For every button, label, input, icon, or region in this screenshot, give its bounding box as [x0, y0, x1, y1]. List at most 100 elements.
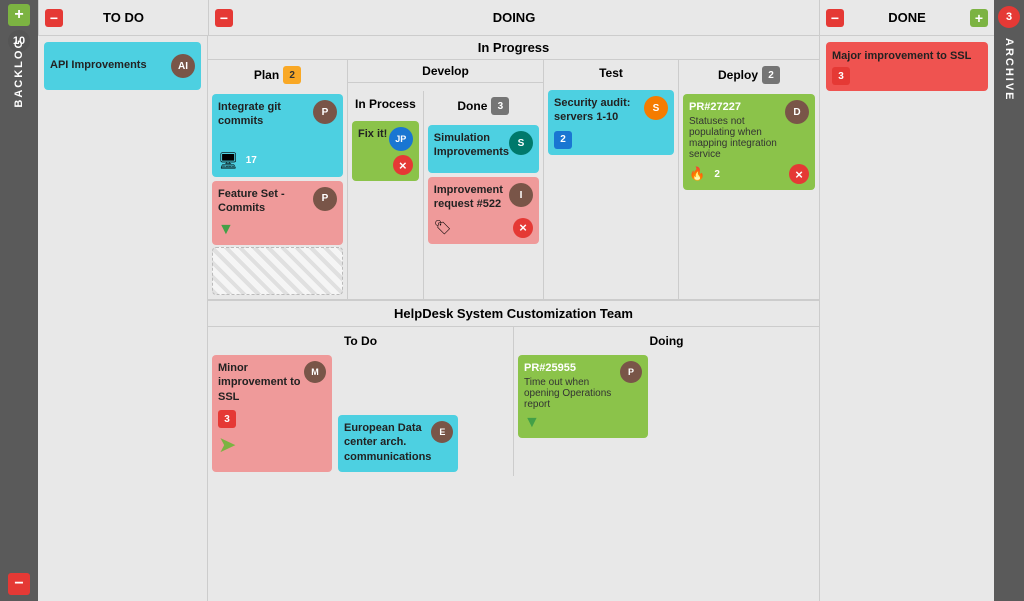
card-european-datacenter[interactable]: European Data center arch. communication…	[338, 415, 458, 472]
helpdesk-doing-column: Doing PR#25955 Time out when opening Ope…	[514, 327, 819, 476]
card-title: Simulation Improvements	[434, 131, 509, 160]
card-title: Major improvement to SSL	[832, 50, 971, 62]
card-major-ssl[interactable]: Major improvement to SSL 3	[826, 42, 988, 91]
plan-count-badge: 2	[283, 66, 301, 84]
avatar: P	[620, 361, 642, 383]
card-pr27227[interactable]: PR#27227 Statuses not populating when ma…	[683, 94, 815, 190]
backlog-minus-button[interactable]: −	[8, 573, 30, 595]
card-title: Feature Set - Commits	[218, 187, 313, 216]
test-column: Test Security audit: servers 1-10 S 2	[544, 60, 679, 299]
plan-column: Plan 2 Integrate git commits P 🖥 17	[208, 60, 348, 299]
card-pr-subtitle: Time out when opening Operations report	[524, 377, 620, 410]
card-title: Security audit: servers 1-10	[554, 96, 644, 125]
card-feature-set-wrapper: Feature Set - Commits P ▼	[212, 181, 343, 296]
done-plus-button[interactable]: +	[970, 9, 988, 27]
card-security-audit[interactable]: Security audit: servers 1-10 S 2	[548, 90, 674, 155]
todo-column-header: − TO DO	[38, 0, 208, 35]
helpdesk-todo-column: To Do Minor improvement to SSL M 3	[208, 327, 514, 476]
card-pr-subtitle: Statuses not populating when mapping int…	[689, 116, 785, 160]
card-title: Fix it!	[358, 127, 387, 141]
todo-column: API Improvements AI	[38, 36, 208, 601]
done-card-count: 3	[832, 67, 850, 85]
in-process-header: In Process	[352, 95, 419, 113]
down-arrow-icon: ▼	[218, 221, 234, 238]
card-title: Minor improvement to SSL	[218, 361, 304, 404]
card-title: Integrate git commits	[218, 100, 313, 129]
card-improvement-request[interactable]: Improvement request #522 I 🏷 ×	[428, 177, 539, 244]
todo-minus-button[interactable]: −	[45, 9, 63, 27]
helpdesk-doing-cards: PR#25955 Time out when opening Operation…	[518, 355, 815, 438]
card-pr25955[interactable]: PR#25955 Time out when opening Operation…	[518, 355, 648, 438]
remove-button[interactable]: ×	[513, 218, 533, 238]
tag-icon: 🏷	[434, 219, 452, 236]
done-count-badge: 3	[491, 97, 509, 115]
card-title: European Data center arch. communication…	[344, 421, 431, 464]
doing-columns: Plan 2 Integrate git commits P 🖥 17	[208, 60, 819, 299]
done-column-header: − DONE +	[819, 0, 994, 35]
remove-button[interactable]: ×	[789, 164, 809, 184]
helpdesk-columns: To Do Minor improvement to SSL M 3	[208, 327, 819, 476]
develop-in-process: In Process Fix it! JP ×	[348, 91, 424, 299]
done-sub-header: Done 3	[428, 95, 539, 117]
helpdesk-todo-header: To Do	[212, 331, 509, 351]
avatar: AI	[171, 54, 195, 78]
deploy-count: 2	[708, 165, 726, 183]
doing-column-header: − DOING	[208, 0, 819, 35]
content-area: API Improvements AI In Progress Plan 2	[38, 36, 994, 601]
plan-header: Plan 2	[212, 64, 343, 86]
in-progress-header: In Progress	[208, 36, 819, 60]
develop-column: Develop In Process Fix it! JP	[348, 60, 544, 299]
doing-minus-button[interactable]: −	[215, 9, 233, 27]
backlog-plus-button[interactable]: +	[8, 4, 30, 26]
backlog-label: BACKLOG	[13, 38, 25, 108]
card-title: Improvement request #522	[434, 183, 509, 212]
card-integrate-git[interactable]: Integrate git commits P 🖥 17	[212, 94, 343, 177]
card-fix-it[interactable]: Fix it! JP ×	[352, 121, 419, 181]
card-title: API Improvements	[50, 58, 147, 72]
deploy-header: Deploy 2	[683, 64, 815, 86]
avatar: S	[509, 131, 533, 155]
test-header: Test	[548, 64, 674, 82]
helpdesk-section: HelpDesk System Customization Team To Do…	[208, 299, 819, 476]
fire-icon: 🔥	[689, 166, 705, 182]
avatar: P	[313, 100, 337, 124]
deploy-count-badge: 2	[762, 66, 780, 84]
avatar: D	[785, 100, 809, 124]
avatar: M	[304, 361, 326, 383]
done-minus-button[interactable]: −	[826, 9, 844, 27]
todo-header-label: TO DO	[103, 10, 144, 25]
card-feature-set[interactable]: Feature Set - Commits P ▼	[212, 181, 343, 246]
right-arrow-icon: ➤	[218, 432, 236, 457]
develop-header: Develop	[348, 60, 543, 83]
archive-label: ARCHIVE	[1003, 38, 1015, 102]
archive-count: 3	[998, 6, 1020, 28]
test-count-badge: 2	[554, 131, 572, 149]
avatar: JP	[389, 127, 413, 151]
doing-section: In Progress Plan 2 Integrate git commits	[208, 36, 819, 601]
backlog-column: + 10 BACKLOG −	[0, 0, 38, 601]
top-bar: − TO DO − DOING − DONE +	[38, 0, 994, 36]
card-minor-ssl[interactable]: Minor improvement to SSL M 3 ➤	[212, 355, 332, 472]
card-count: 3	[218, 410, 236, 428]
down-arrow-icon: ▼	[524, 414, 540, 431]
helpdesk-todo-cards: Minor improvement to SSL M 3 ➤	[212, 355, 509, 472]
develop-sub-cols: In Process Fix it! JP ×	[348, 91, 543, 299]
plan-card-count: 17	[242, 152, 260, 170]
card-api-improvements[interactable]: API Improvements AI	[44, 42, 201, 90]
card-pr-title: PR#25955	[524, 361, 620, 375]
develop-done: Done 3 Simulation Improvements S	[424, 91, 543, 299]
deploy-column: Deploy 2 PR#27227 Statuses not populatin…	[679, 60, 819, 299]
done-column: Major improvement to SSL 3	[819, 36, 994, 601]
main-area: − TO DO − DOING − DONE + API Improvement…	[38, 0, 994, 601]
kanban-board: + 10 BACKLOG − − TO DO − DOING − DONE +	[0, 0, 1024, 601]
remove-button[interactable]: ×	[393, 155, 413, 175]
avatar: I	[509, 183, 533, 207]
done-header-label: DONE	[888, 10, 926, 25]
card-pr-title: PR#27227	[689, 100, 785, 114]
doing-header-label: DOING	[493, 10, 536, 25]
helpdesk-header: HelpDesk System Customization Team	[208, 301, 819, 327]
card-simulation[interactable]: Simulation Improvements S	[428, 125, 539, 173]
avatar: S	[644, 96, 668, 120]
archive-column: 3 ARCHIVE	[994, 0, 1024, 601]
helpdesk-doing-header: Doing	[518, 331, 815, 351]
